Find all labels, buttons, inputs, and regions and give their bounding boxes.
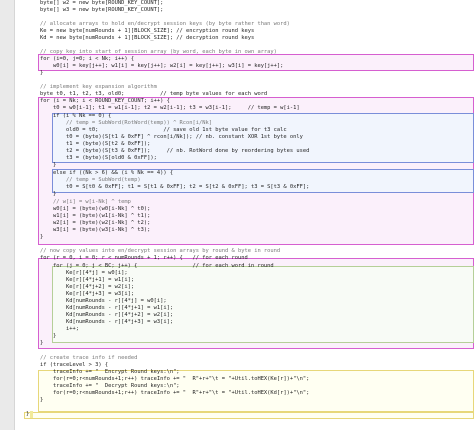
code-line: } xyxy=(26,411,30,417)
code-line: if (i % Nk == 0) { xyxy=(40,113,112,119)
code-line: Ke[r][4*j+3] = w3[i]; xyxy=(40,291,135,297)
code-line: Ke = new byte[numRounds + 1][BLOCK_SIZE]… xyxy=(40,28,255,34)
code-line: for(r=0;r<numRounds+1;r++) traceInfo += … xyxy=(40,390,310,396)
code-line: // implement key expansion algorithm xyxy=(40,84,157,90)
code-line: i++; xyxy=(40,326,79,332)
code-line: t3 = (byte)(S[old0 & 0xFF]); xyxy=(40,155,157,161)
code-line: // copy key into start of session array … xyxy=(40,49,277,55)
code-line: } xyxy=(40,333,57,339)
code-line: w1[i] = (byte)(w1[i-Nk] ^ t1); xyxy=(40,213,151,219)
code-line: Kd[numRounds - r][4*j+3] = w3[i]; xyxy=(40,319,174,325)
code-line: traceInfo += " Encrypt Round keys:\n"; xyxy=(40,369,180,375)
code-line: w3[i] = (byte)(w3[i-Nk] ^ t3); xyxy=(40,227,151,233)
code-line: t1 = (byte)(S[t2 & 0xFF]); xyxy=(40,141,151,147)
code-line: t0 = w0[i-1]; t1 = w1[i-1]; t2 = w2[i-1]… xyxy=(40,105,300,111)
code-line: for (r = 0, i = 0; r < numRounds + 1; r+… xyxy=(40,255,248,261)
code-line: Ke[r][4*j+2] = w2[i]; xyxy=(40,284,135,290)
code-line: t2 = (byte)(S[t3 & 0xFF]); // nb. RotWor… xyxy=(40,148,310,154)
code-line: // temp = SubWord(temp) xyxy=(40,177,141,183)
code-line: w2[i] = (byte)(w2[i-Nk] ^ t2); xyxy=(40,220,151,226)
code-line: } xyxy=(40,70,44,76)
code-line: } xyxy=(40,234,44,240)
code-line: for (i = Nk; i < ROUND_KEY_COUNT; i++) { xyxy=(40,98,170,104)
code-editor[interactable]: byte[] w2 = new byte[ROUND_KEY_COUNT]; by… xyxy=(0,0,474,430)
code-line: t0 = (byte)(S[t1 & 0xFF] ^ rcon[i/Nk]); … xyxy=(40,134,303,140)
code-line: } xyxy=(40,162,57,168)
code-line: Ke[r][4*j+1] = w1[i]; xyxy=(40,277,135,283)
code-line: t0 = S[t0 & 0xFF]; t1 = S[t1 & 0xFF]; t2… xyxy=(40,184,310,190)
code-line: Ke[r][4*j] = w0[i]; xyxy=(40,270,128,276)
code-line: } xyxy=(40,191,57,197)
code-line: w0[i] = key[j++]; w1[i] = key[j++]; w2[i… xyxy=(40,63,284,69)
code-line: w0[i] = (byte)(w0[i-Nk] ^ t0); xyxy=(40,206,151,212)
code-line: old0 = t0; // save old 1st byte value fo… xyxy=(40,127,287,133)
code-line: for(r=0;r<numRounds+1;r++) traceInfo += … xyxy=(40,376,310,382)
code-line: // temp = SubWord(RotWord(temp)) ^ Rcon[… xyxy=(40,120,213,126)
code-line: for (j = 0; j < BC; j++) { // for each w… xyxy=(40,263,274,269)
code-line: byte t0, t1, t2, t3, old0; // temp byte … xyxy=(40,91,268,97)
code-line: Kd[numRounds - r][4*j+2] = w2[i]; xyxy=(40,312,174,318)
code-line: for (i=0, j=0; i < Nk; i++) { xyxy=(40,56,135,62)
code-line: Kd[numRounds - r][4*j+1] = w1[i]; xyxy=(40,305,174,311)
code-line: // w[i] = w[i-Nk] ^ temp xyxy=(40,199,131,205)
code-line: byte[] w2 = new byte[ROUND_KEY_COUNT]; xyxy=(40,0,164,6)
code-area[interactable]: byte[] w2 = new byte[ROUND_KEY_COUNT]; by… xyxy=(20,0,474,430)
code-line: Kd = new byte[numRounds + 1][BLOCK_SIZE]… xyxy=(40,35,255,41)
code-line: // now copy values into en/decrypt sessi… xyxy=(40,248,281,254)
code-line: // create trace info if needed xyxy=(40,355,138,361)
code-line: traceInfo += " Decrypt Round keys:\n"; xyxy=(40,383,180,389)
code-line: } xyxy=(40,397,44,403)
code-line: else if ((Nk > 6) && (i % Nk == 4)) { xyxy=(40,170,174,176)
code-line: } xyxy=(40,340,44,346)
code-line: byte[] w3 = new byte[ROUND_KEY_COUNT]; xyxy=(40,7,164,13)
code-line: Kd[numRounds - r][4*j] = w0[i]; xyxy=(40,298,167,304)
code-line: // allocate arrays to hold en/decrypt se… xyxy=(40,21,290,27)
code-line: if (traceLevel > 3) { xyxy=(40,362,109,368)
editor-gutter xyxy=(0,0,15,430)
